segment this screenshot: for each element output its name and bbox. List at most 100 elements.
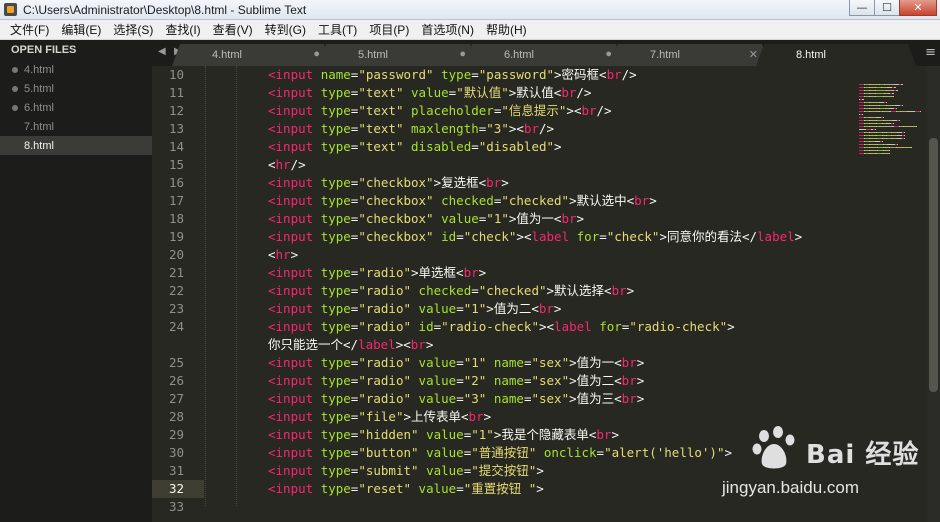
line-number-wrap [152, 336, 204, 354]
close-button[interactable]: ✕ [899, 0, 937, 16]
code-token: id [441, 229, 457, 244]
code-token: "radio" [358, 319, 412, 334]
tab-close-icon[interactable]: ✕ [749, 48, 758, 61]
menu-item[interactable]: 选择(S) [107, 21, 159, 38]
code-token: = [471, 139, 479, 154]
code-line[interactable]: <input type="checkbox" value="1">值为一<br> [205, 210, 855, 228]
code-line[interactable]: <input type="radio" value="1">值为二<br> [205, 300, 855, 318]
code-token: value [426, 463, 464, 478]
sidebar-file-item[interactable]: 6.html [0, 98, 152, 117]
minimap-stroke [907, 111, 915, 112]
menu-item[interactable]: 文件(F) [4, 21, 55, 38]
tab-unsaved-dot-icon[interactable]: ● [605, 48, 612, 60]
menu-item[interactable]: 查找(I) [159, 21, 206, 38]
tab-menu-icon[interactable]: ≡ [925, 45, 936, 60]
tab-8-html[interactable]: 8.html [756, 44, 916, 66]
code-token: "默认值" [456, 85, 509, 100]
tab-prev-icon[interactable]: ◀ [158, 46, 166, 57]
code-token: <input [268, 391, 314, 406]
tab-unsaved-dot-icon[interactable]: ● [459, 48, 466, 60]
code-line[interactable]: <input type="radio" id="radio-check"><la… [205, 318, 855, 336]
tab-7-html[interactable]: 7.html ✕ [610, 44, 770, 66]
code-line[interactable]: <input type="text" disabled="disabled"> [205, 138, 855, 156]
tab-6-html[interactable]: 6.html ● [464, 44, 624, 66]
code-token: > [636, 391, 645, 406]
sidebar-file-item[interactable]: 7.html [0, 117, 152, 136]
code-line[interactable]: <input type="checkbox" id="check"><label… [205, 228, 855, 246]
sidebar-file-item[interactable]: 8.html [0, 136, 152, 155]
baidu-paw-logo-icon [752, 426, 795, 469]
code-token: <input [268, 67, 314, 82]
code-token: >默认值< [508, 85, 562, 100]
code-line[interactable]: <input type="reset" value="重置按钮 "> [152, 480, 544, 498]
minimap-stroke [883, 117, 884, 118]
scrollbar-thumb[interactable] [929, 138, 938, 392]
code-token: for [599, 319, 622, 334]
menu-item[interactable]: 帮助(H) [480, 21, 533, 38]
code-token: checked [418, 283, 472, 298]
code-token: "text" [358, 103, 404, 118]
tab-4-html[interactable]: 4.html ● [172, 44, 332, 66]
code-line[interactable]: <input type="checkbox">复选框<br> [205, 174, 855, 192]
code-line[interactable]: <input type="radio" value="2" name="sex"… [205, 372, 855, 390]
code-token: br [538, 301, 554, 316]
minimize-button[interactable]: — [849, 0, 875, 16]
line-number: 10 [168, 67, 184, 82]
code-token: "check" [463, 229, 517, 244]
minimap-stroke [876, 96, 883, 97]
menu-item[interactable]: 首选项(N) [415, 21, 480, 38]
code-token: name [493, 391, 524, 406]
code-line[interactable]: <input type="checkbox" checked="checked"… [205, 192, 855, 210]
minimap-stroke [904, 132, 905, 133]
code-token: type [320, 193, 351, 208]
code-line[interactable]: <input type="text" maxlength="3"><br/> [205, 120, 855, 138]
code-token: "radio" [358, 391, 412, 406]
code-token: = [433, 319, 442, 334]
code-line[interactable]: <input type="text" value="默认值">默认值<br/> [205, 84, 855, 102]
code-token: value [418, 391, 457, 406]
line-number: 15 [168, 157, 184, 172]
tab-unsaved-dot-icon[interactable]: ● [313, 48, 320, 60]
code-line[interactable]: <input type="radio">单选框<br> [205, 264, 855, 282]
menu-item[interactable]: 转到(G) [259, 21, 312, 38]
code-line[interactable]: <input type="radio" checked="checked">默认… [205, 282, 855, 300]
minimap[interactable] [855, 66, 923, 186]
code-token: > [501, 175, 509, 190]
code-token: type [320, 427, 351, 442]
minimap-stroke [870, 108, 879, 109]
code-token: >我是个隐藏表单< [493, 427, 597, 442]
code-token: >< [395, 337, 411, 352]
code-token: "text" [358, 85, 404, 100]
code-line[interactable]: <hr/> [205, 156, 855, 174]
code-token: <input [268, 103, 314, 118]
minimap-stroke [876, 93, 884, 94]
code-line[interactable]: <input type="radio" value="1" name="sex"… [205, 354, 855, 372]
tab-5-html[interactable]: 5.html ● [318, 44, 478, 66]
code-line[interactable]: 你只能选一个</label><br> [205, 336, 855, 354]
sublime-text-app-icon [4, 3, 17, 16]
minimap-stroke [899, 120, 900, 121]
menu-item[interactable]: 查看(V) [207, 21, 259, 38]
sidebar-file-item[interactable]: 5.html [0, 79, 152, 98]
tab-label: 7.html [650, 49, 680, 61]
sidebar-file-item[interactable]: 4.html [0, 60, 152, 79]
menu-item[interactable]: 编辑(E) [55, 21, 107, 38]
minimap-stroke [896, 90, 898, 91]
code-line[interactable]: <input name="password" type="password">密… [205, 66, 855, 84]
minimap-stroke [887, 144, 895, 145]
code-token: "1" [463, 355, 487, 370]
code-line[interactable]: <hr> [205, 246, 855, 264]
code-token: id [418, 319, 434, 334]
menu-item[interactable]: 项目(P) [363, 21, 415, 38]
code-token: > [626, 283, 635, 298]
code-line[interactable]: <input type="text" placeholder="信息提示"><b… [205, 102, 855, 120]
maximize-button[interactable]: ☐ [874, 0, 900, 16]
code-token: "sex" [531, 373, 570, 388]
menu-item[interactable]: 工具(T) [312, 21, 363, 38]
code-line[interactable]: <input type="radio" value="3" name="sex"… [205, 390, 855, 408]
